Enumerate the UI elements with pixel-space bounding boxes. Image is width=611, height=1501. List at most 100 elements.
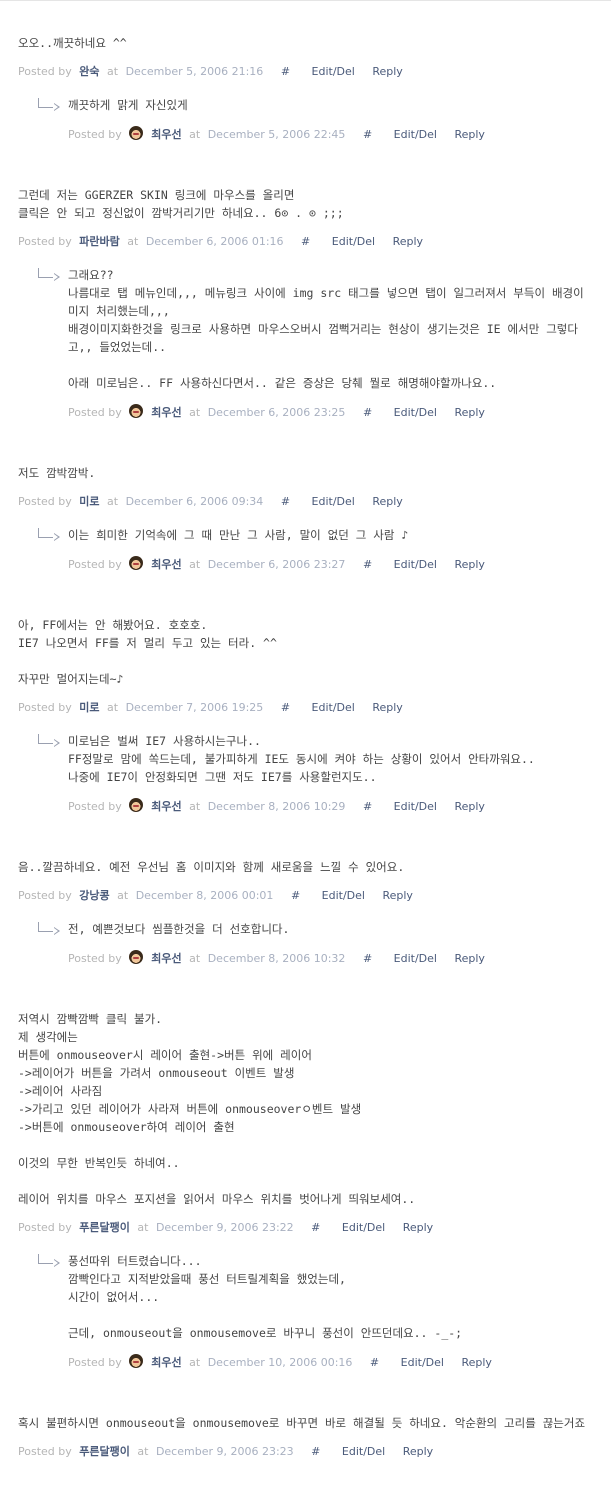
reply-link[interactable]: Reply bbox=[454, 558, 484, 571]
comment-meta: Posted by 푸른달팽이 at December 9, 2006 23:2… bbox=[18, 1220, 590, 1236]
reply-link[interactable]: Reply bbox=[454, 952, 484, 965]
permalink-link[interactable]: # bbox=[363, 800, 372, 813]
edit-del-link[interactable]: Edit/Del bbox=[312, 701, 355, 714]
comment-author[interactable]: 미로 bbox=[79, 495, 99, 508]
top-border bbox=[0, 0, 611, 1]
reply-link[interactable]: Reply bbox=[382, 889, 412, 902]
reply-link[interactable]: Reply bbox=[403, 1445, 433, 1458]
comment-meta: Posted by 파란바람 at December 6, 2006 01:16… bbox=[18, 234, 590, 250]
edit-del-link[interactable]: Edit/Del bbox=[312, 495, 355, 508]
comment-spacer bbox=[18, 814, 590, 858]
posted-by-label: Posted by bbox=[68, 406, 122, 419]
edit-del-link[interactable]: Edit/Del bbox=[394, 558, 437, 571]
permalink-link[interactable]: # bbox=[311, 1221, 320, 1234]
reply-link[interactable]: Reply bbox=[461, 1356, 491, 1369]
comment-author[interactable]: 완숙 bbox=[79, 65, 99, 78]
comment-meta: Posted by 최우선 at December 5, 2006 22:45 … bbox=[68, 126, 590, 142]
posted-by-label: Posted by bbox=[18, 65, 72, 78]
comment-author[interactable]: 파란바람 bbox=[79, 235, 119, 248]
posted-by-label: Posted by bbox=[18, 495, 72, 508]
permalink-link[interactable]: # bbox=[281, 65, 290, 78]
posted-by-label: Posted by bbox=[18, 1221, 72, 1234]
comment-text: 아, FF에서는 안 해봤어요. 호호호. IE7 나오면서 FF를 저 멀리 … bbox=[18, 618, 277, 686]
at-label: at bbox=[107, 701, 119, 714]
posted-by-label: Posted by bbox=[18, 235, 72, 248]
comment-author[interactable]: 최우선 bbox=[151, 952, 181, 965]
edit-del-link[interactable]: Edit/Del bbox=[322, 889, 365, 902]
reply-text: 이는 희미한 기억속에 그 때 만난 그 사람, 말이 없던 그 사람 ♪ bbox=[68, 528, 409, 542]
comment: 음..깔끔하네요. 예전 우선님 홈 이미지와 함께 새로움을 느낄 수 있어요… bbox=[18, 858, 590, 1010]
comment-date: December 5, 2006 22:45 bbox=[207, 128, 346, 141]
comment-meta: Posted by 최우선 at December 6, 2006 23:25 … bbox=[68, 404, 590, 420]
comment-author[interactable]: 최우선 bbox=[151, 558, 181, 571]
comment-meta: Posted by 최우선 at December 8, 2006 10:32 … bbox=[68, 950, 590, 966]
comment-date: December 9, 2006 23:22 bbox=[155, 1221, 294, 1234]
comment-date: December 5, 2006 21:16 bbox=[125, 65, 264, 78]
reply-link[interactable]: Reply bbox=[372, 65, 402, 78]
comment-author[interactable]: 강낭콩 bbox=[79, 889, 109, 902]
edit-del-link[interactable]: Edit/Del bbox=[342, 1445, 385, 1458]
permalink-link[interactable]: # bbox=[301, 235, 310, 248]
comment-date: December 8, 2006 10:29 bbox=[207, 800, 346, 813]
reply-text: 풍선따위 터트렸습니다... 깜빡인다고 지적받았을때 풍선 터트릴계획을 했었… bbox=[68, 1254, 463, 1340]
edit-del-link[interactable]: Edit/Del bbox=[312, 65, 355, 78]
edit-del-link[interactable]: Edit/Del bbox=[394, 952, 437, 965]
comment-author[interactable]: 푸른달팽이 bbox=[79, 1221, 130, 1234]
reply-link[interactable]: Reply bbox=[372, 495, 402, 508]
posted-by-label: Posted by bbox=[18, 1445, 72, 1458]
comment-author[interactable]: 최우선 bbox=[151, 800, 181, 813]
comment-author[interactable]: 푸른달팽이 bbox=[79, 1445, 130, 1458]
permalink-link[interactable]: # bbox=[281, 495, 290, 508]
edit-del-link[interactable]: Edit/Del bbox=[394, 800, 437, 813]
permalink-link[interactable]: # bbox=[281, 701, 290, 714]
permalink-link[interactable]: # bbox=[311, 1445, 320, 1458]
comment-meta: Posted by 최우선 at December 6, 2006 23:27 … bbox=[68, 556, 590, 572]
comment-author[interactable]: 최우선 bbox=[151, 406, 181, 419]
reply-arrow-icon bbox=[38, 98, 60, 111]
permalink-link[interactable]: # bbox=[363, 952, 372, 965]
edit-del-link[interactable]: Edit/Del bbox=[394, 128, 437, 141]
reply: 전, 예쁜것보다 씸플한것을 더 선호합니다. Posted by 최우선 at… bbox=[38, 920, 590, 966]
permalink-link[interactable]: # bbox=[363, 406, 372, 419]
comment-author[interactable]: 최우선 bbox=[151, 1356, 181, 1369]
at-label: at bbox=[189, 1356, 201, 1369]
comment: 저역시 깜빡깜빡 클릭 불가. 제 생각에는 버튼에 onmouseover시 … bbox=[18, 1010, 590, 1414]
comment-text: 저도 깜박깜박. bbox=[18, 466, 96, 480]
reply-text: 깨끗하게 맑게 자신있게 bbox=[68, 98, 188, 112]
comment-meta: Posted by 푸른달팽이 at December 9, 2006 23:2… bbox=[18, 1444, 590, 1460]
reply-text: 전, 예쁜것보다 씸플한것을 더 선호합니다. bbox=[68, 922, 290, 936]
comment-author[interactable]: 미로 bbox=[79, 701, 99, 714]
comment-author[interactable]: 최우선 bbox=[151, 128, 181, 141]
edit-del-link[interactable]: Edit/Del bbox=[342, 1221, 385, 1234]
comment-date: December 8, 2006 10:32 bbox=[207, 952, 346, 965]
at-label: at bbox=[117, 889, 129, 902]
comment-meta: Posted by 최우선 at December 10, 2006 00:16… bbox=[68, 1354, 590, 1370]
permalink-link[interactable]: # bbox=[291, 889, 300, 902]
comment-date: December 6, 2006 01:16 bbox=[145, 235, 284, 248]
at-label: at bbox=[189, 952, 201, 965]
comment-meta: Posted by 완숙 at December 5, 2006 21:16 #… bbox=[18, 64, 590, 80]
reply: 풍선따위 터트렸습니다... 깜빡인다고 지적받았을때 풍선 터트릴계획을 했었… bbox=[38, 1252, 590, 1370]
reply-link[interactable]: Reply bbox=[403, 1221, 433, 1234]
permalink-link[interactable]: # bbox=[370, 1356, 379, 1369]
at-label: at bbox=[189, 406, 201, 419]
at-label: at bbox=[107, 65, 119, 78]
reply-link[interactable]: Reply bbox=[454, 800, 484, 813]
comment-date: December 6, 2006 23:27 bbox=[207, 558, 346, 571]
edit-del-link[interactable]: Edit/Del bbox=[401, 1356, 444, 1369]
reply-text: 그래요?? 나름대로 탭 메뉴인데,,, 메뉴링크 사이에 img src 태그… bbox=[68, 268, 584, 390]
reply-link[interactable]: Reply bbox=[372, 701, 402, 714]
author-avatar-icon bbox=[129, 126, 144, 140]
author-avatar-icon bbox=[129, 798, 144, 812]
permalink-link[interactable]: # bbox=[363, 558, 372, 571]
reply-link[interactable]: Reply bbox=[393, 235, 423, 248]
posted-by-label: Posted by bbox=[68, 1356, 122, 1369]
at-label: at bbox=[107, 495, 119, 508]
comment-list: 오오..깨끗하네요 ^^ Posted by 완숙 at December 5,… bbox=[18, 34, 590, 1460]
reply: 미로님은 벌써 IE7 사용하시는구나.. FF정말로 맘에 쏙드는데, 불가피… bbox=[38, 732, 590, 814]
reply-link[interactable]: Reply bbox=[454, 406, 484, 419]
permalink-link[interactable]: # bbox=[363, 128, 372, 141]
reply-link[interactable]: Reply bbox=[454, 128, 484, 141]
edit-del-link[interactable]: Edit/Del bbox=[394, 406, 437, 419]
edit-del-link[interactable]: Edit/Del bbox=[332, 235, 375, 248]
